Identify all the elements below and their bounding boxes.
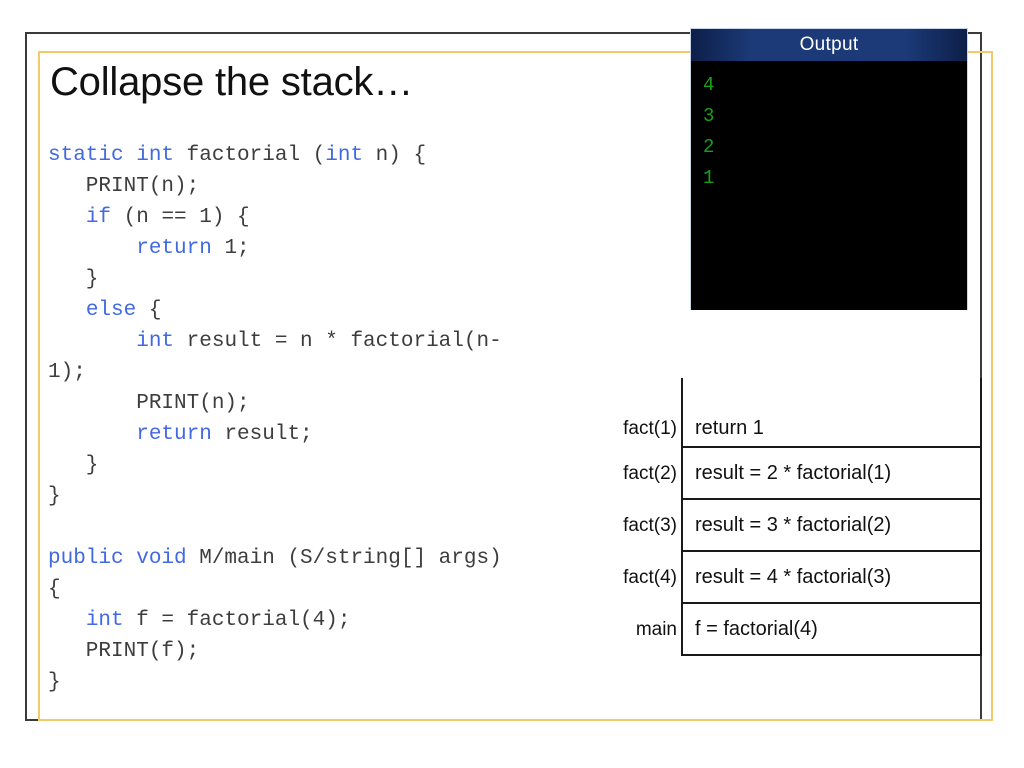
code-keyword: if <box>85 206 112 229</box>
code-line: if (n == 1) { <box>48 202 648 233</box>
console-output-line: 3 <box>703 105 715 127</box>
code-text: result = n * factorial(n- <box>174 330 502 353</box>
output-title-label: Output <box>799 34 859 55</box>
stack-frame-row: fact(3) result = 3 * factorial(2) <box>601 500 982 552</box>
code-line: } <box>48 450 648 481</box>
stack-frame-row: fact(1) return 1 <box>601 378 982 448</box>
code-line: 1); <box>48 357 648 388</box>
code-text: f = factorial(4); <box>123 609 351 632</box>
code-text: { <box>136 299 162 322</box>
code-keyword: int <box>136 330 175 353</box>
stack-frame-body: f = factorial(4) <box>681 604 982 656</box>
stack-frame-body: result = 2 * factorial(1) <box>681 448 982 500</box>
code-line: PRINT(n); <box>48 171 648 202</box>
code-keyword: return <box>136 237 212 260</box>
code-text: { <box>48 578 61 601</box>
code-block: static int factorial (int n) { PRINT(n);… <box>48 140 648 698</box>
code-keyword: return <box>136 423 212 446</box>
stack-frame-label: fact(3) <box>623 515 677 536</box>
stack-frame-label: fact(4) <box>623 567 677 588</box>
code-text: (n == 1) { <box>111 206 250 229</box>
output-title-bar: Output <box>691 29 967 62</box>
code-text: } <box>48 485 61 508</box>
code-keyword: public void <box>48 547 187 570</box>
code-text: PRINT(n); <box>48 175 200 198</box>
code-line: public void M/main (S/string[] args) <box>48 543 648 574</box>
stack-frame-label: main <box>635 619 677 640</box>
code-line: } <box>48 264 648 295</box>
code-line: { <box>48 574 648 605</box>
stack-frame-row: fact(4) result = 4 * factorial(3) <box>601 552 982 604</box>
code-keyword: else <box>85 299 137 322</box>
code-line: int f = factorial(4); <box>48 605 648 636</box>
console-output-line: 4 <box>703 74 715 96</box>
output-console-panel: Output 4 3 2 1 <box>690 28 968 310</box>
code-text: M/main (S/string[] args) <box>186 547 502 570</box>
stack-frame-body: return 1 <box>681 378 982 448</box>
code-line: return result; <box>48 419 648 450</box>
code-line: return 1; <box>48 233 648 264</box>
stack-frame-label: fact(2) <box>623 463 677 484</box>
code-text: result; <box>211 423 313 446</box>
code-keyword: static int <box>48 144 175 167</box>
call-stack-diagram: fact(1) return 1 fact(2) result = 2 * facto… <box>601 378 982 656</box>
code-keyword: int <box>85 609 124 632</box>
stack-frame-label: fact(1) <box>623 418 677 439</box>
code-text: } <box>48 454 99 477</box>
code-text: n) { <box>363 144 427 167</box>
code-line: int result = n * factorial(n- <box>48 326 648 357</box>
code-text: PRINT(n); <box>48 392 250 415</box>
stack-frame-row: main f = factorial(4) <box>601 604 982 656</box>
code-keyword: int <box>325 144 364 167</box>
code-text: } <box>48 671 61 694</box>
code-text: 1); <box>48 361 86 384</box>
code-line: else { <box>48 295 648 326</box>
console-output-line: 2 <box>703 136 715 158</box>
code-line: PRINT(n); <box>48 388 648 419</box>
code-line: } <box>48 667 648 698</box>
code-text: factorial ( <box>174 144 326 167</box>
stack-frame-row: fact(2) result = 2 * factorial(1) <box>601 448 982 500</box>
code-text: } <box>48 268 99 291</box>
code-text: 1; <box>211 237 250 260</box>
code-line: PRINT(f); <box>48 636 648 667</box>
code-line: static int factorial (int n) { <box>48 140 648 171</box>
stack-frame-body: result = 4 * factorial(3) <box>681 552 982 604</box>
code-line: } <box>48 481 648 512</box>
page-title: Collapse the stack… <box>50 60 414 104</box>
output-console-body: 4 3 2 1 <box>691 62 967 310</box>
stack-frame-body: result = 3 * factorial(2) <box>681 500 982 552</box>
code-text: PRINT(f); <box>48 640 200 663</box>
console-output-line: 1 <box>703 167 715 189</box>
